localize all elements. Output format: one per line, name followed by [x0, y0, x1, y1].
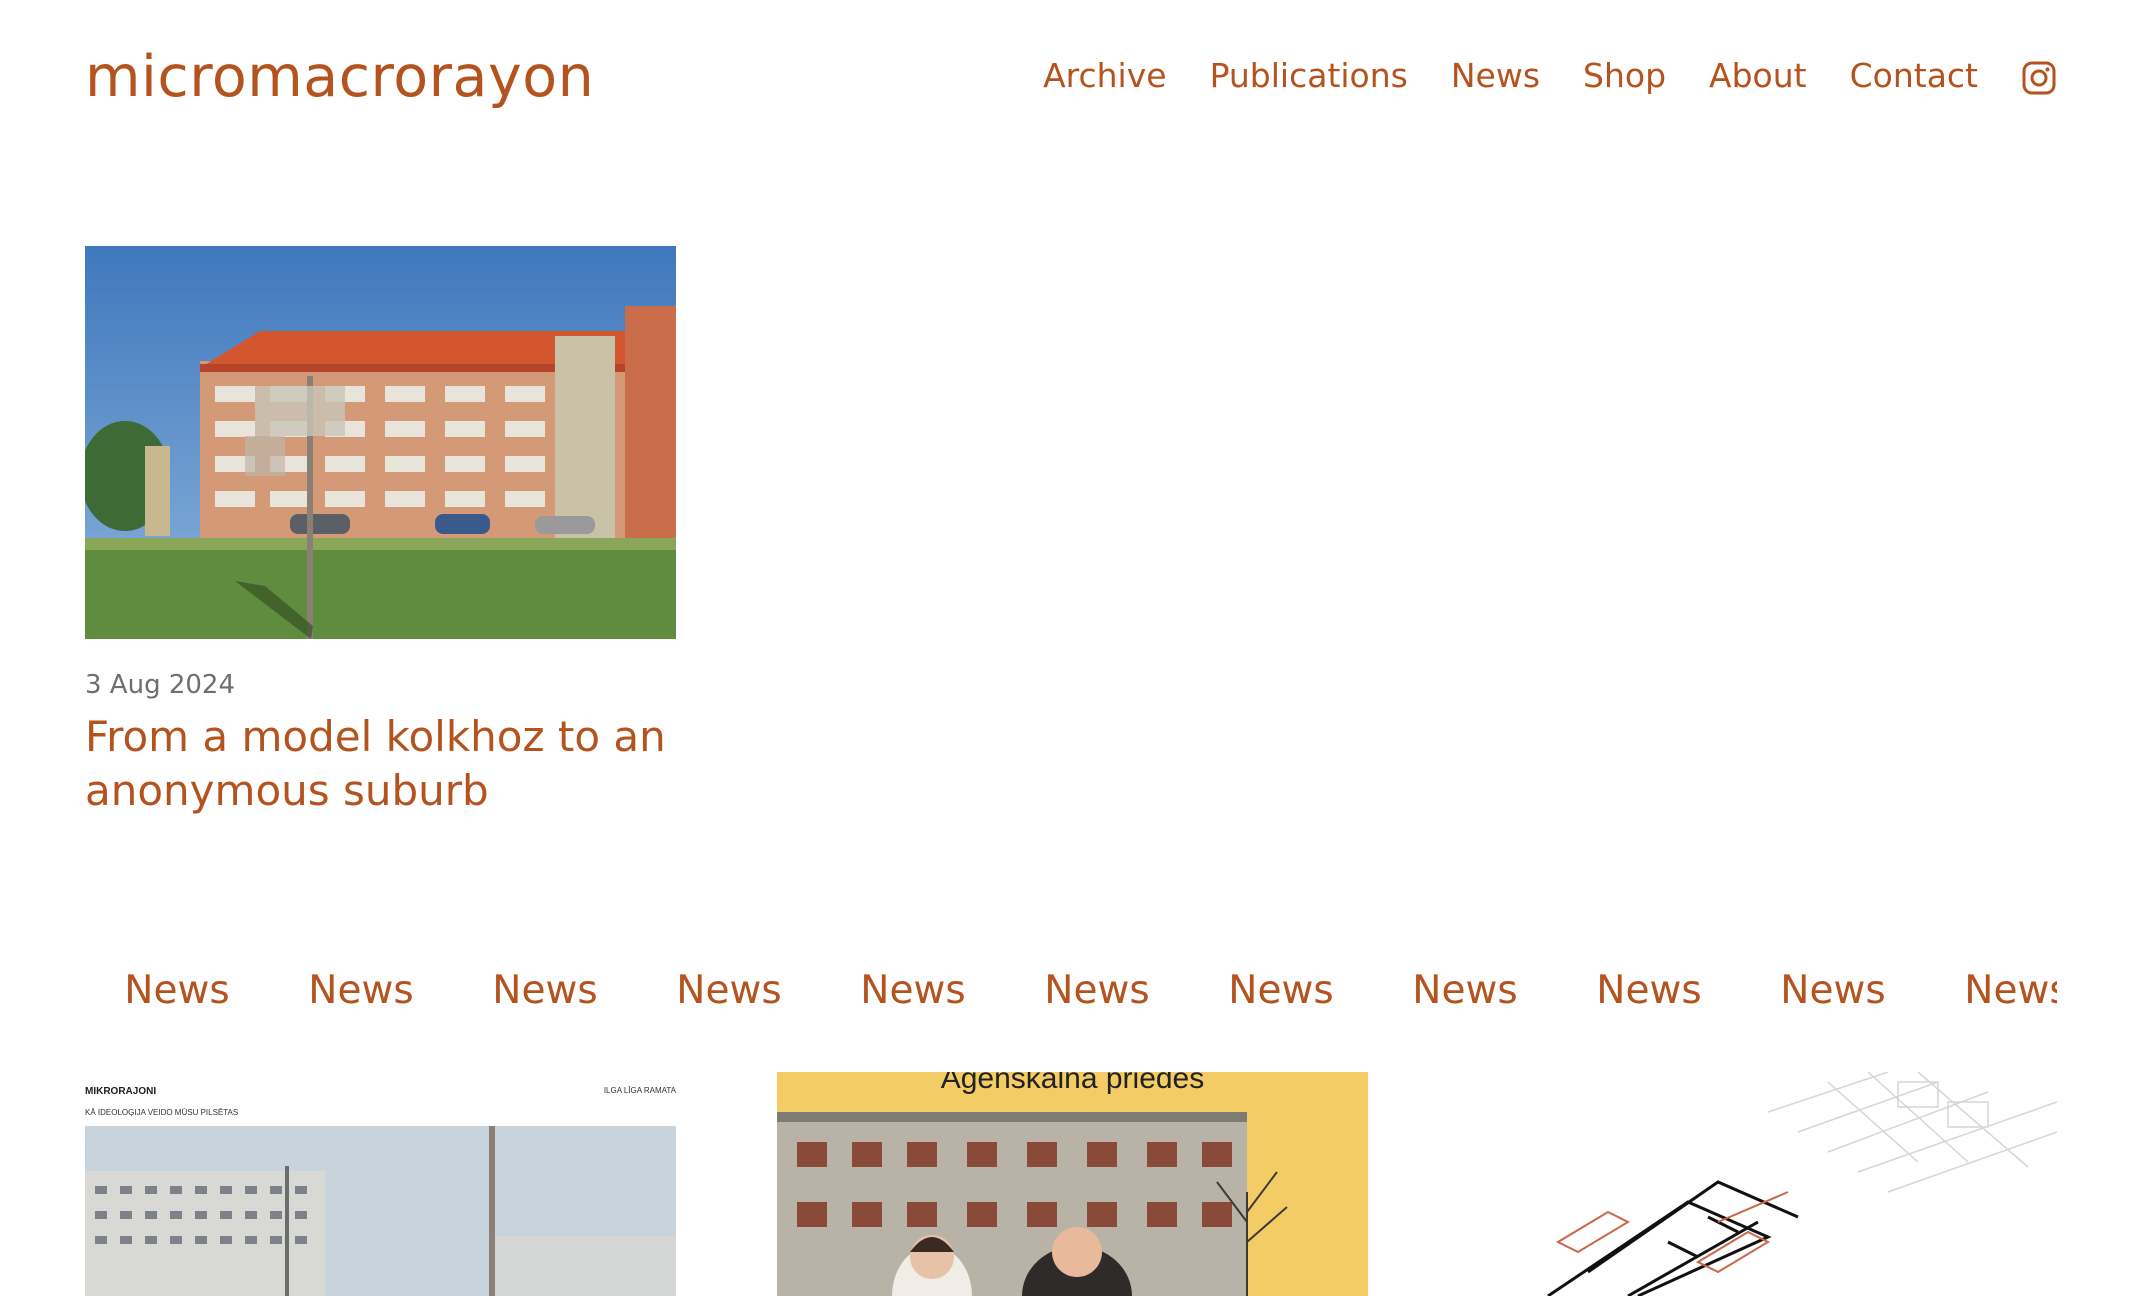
featured-image[interactable] [85, 246, 676, 639]
marquee-item: News [1596, 968, 1702, 1013]
poster-author: ILGA LĪGA RAMATA [603, 1086, 676, 1095]
card2-image [777, 1112, 1288, 1296]
instagram-icon[interactable] [2022, 61, 2056, 95]
marquee-item: News [676, 968, 782, 1013]
card3-image [1468, 1072, 2057, 1296]
featured-date: 3 Aug 2024 [85, 670, 236, 700]
marquee-item: News [1964, 968, 2057, 1013]
site-logo[interactable]: micromacrorayon [85, 44, 594, 110]
poster-title: MIKRORAJONI [85, 1086, 157, 1097]
featured-title[interactable]: From a model kolkhoz to an anonymous sub… [85, 710, 685, 818]
news-card-3[interactable] [1468, 1072, 2057, 1296]
poster-title: Āgenskalna priedes [940, 1072, 1205, 1095]
news-card-2[interactable]: Āgenskalna priedes [777, 1072, 1368, 1296]
marquee-item: News [1412, 968, 1518, 1013]
news-marquee[interactable]: News News News News News News News News News News… [85, 968, 2057, 1028]
nav-shop[interactable]: Shop [1583, 56, 1666, 95]
marquee-item: News [1044, 968, 1150, 1013]
card1-image [85, 1126, 676, 1296]
marquee-item: News [308, 968, 414, 1013]
nav-about[interactable]: About [1709, 56, 1807, 95]
marquee-item: News [492, 968, 598, 1013]
news-card-1[interactable]: MIKRORAJONI KĀ IDEOLOĢIJA VEIDO MŪSU PIL… [85, 1072, 676, 1296]
marquee-item: News [124, 968, 230, 1013]
nav-archive[interactable]: Archive [1043, 56, 1166, 95]
nav-publications[interactable]: Publications [1210, 56, 1408, 95]
marquee-item: News [1780, 968, 1886, 1013]
marquee-item: News [860, 968, 966, 1013]
poster-subtitle: KĀ IDEOLOĢIJA VEIDO MŪSU PILSĒTAS [85, 1108, 239, 1117]
page: micromacrorayon Archive Publications New… [0, 0, 2138, 1296]
marquee-item: News [1228, 968, 1334, 1013]
nav-news[interactable]: News [1451, 56, 1540, 95]
main-nav: Archive Publications News Shop About Con… [1043, 56, 2056, 95]
nav-contact[interactable]: Contact [1850, 56, 1978, 95]
